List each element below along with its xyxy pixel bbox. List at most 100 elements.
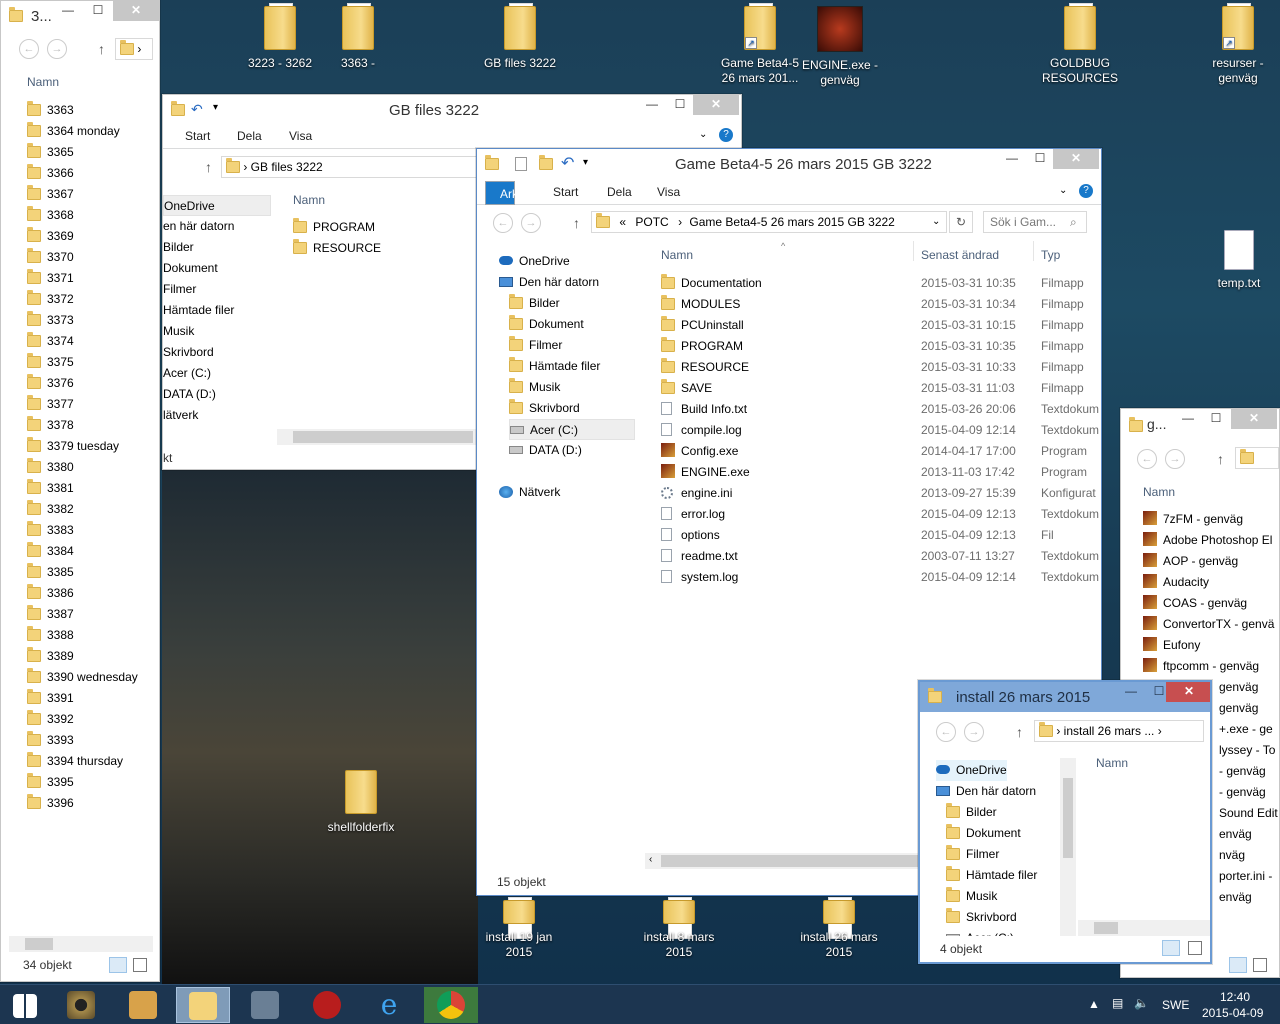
list-item[interactable]: genväg: [1219, 677, 1258, 698]
nav-item[interactable]: Filmer: [163, 279, 271, 300]
nav-item[interactable]: Skrivbord: [509, 398, 580, 419]
title-bar[interactable]: 3... — ☐ ✕: [1, 1, 159, 31]
table-row[interactable]: compile.log 2015-04-09 12:14 Textdokum: [661, 420, 1101, 441]
tab-view[interactable]: Visa: [289, 129, 312, 143]
desktop-folder-icon[interactable]: GOLDBUG RESOURCES: [1036, 3, 1124, 86]
up-button[interactable]: ↑: [1217, 451, 1224, 467]
taskbar-app-speaker[interactable]: [54, 987, 108, 1023]
nav-item[interactable]: Acer (C:): [946, 928, 1014, 936]
list-item[interactable]: 3394 thursday: [27, 751, 123, 772]
list-item[interactable]: 3373: [27, 310, 74, 331]
nav-item[interactable]: Den här datorn: [936, 781, 1036, 802]
up-button[interactable]: ↑: [98, 41, 105, 57]
table-row[interactable]: ENGINE.exe 2013-11-03 17:42 Program: [661, 462, 1101, 483]
column-divider[interactable]: [1033, 241, 1034, 261]
desktop-folder-icon[interactable]: install 26 mars 2015: [796, 897, 882, 960]
horizontal-scrollbar[interactable]: [1078, 920, 1210, 936]
list-item[interactable]: Audacity: [1143, 572, 1209, 593]
table-row[interactable]: options 2015-04-09 12:13 Fil: [661, 525, 1101, 546]
list-item[interactable]: 3375: [27, 352, 74, 373]
up-button[interactable]: ↑: [205, 159, 212, 175]
quick-access-dropdown-icon[interactable]: ▾: [583, 157, 588, 168]
list-item[interactable]: - genväg: [1219, 761, 1266, 782]
table-row[interactable]: RESOURCE 2015-03-31 10:33 Filmapp: [661, 357, 1101, 378]
back-button[interactable]: ←: [1137, 449, 1157, 469]
nav-item[interactable]: Dokument: [509, 314, 584, 335]
back-button[interactable]: ←: [936, 722, 956, 742]
taskbar-app-doc[interactable]: [238, 987, 292, 1023]
desktop-folder-icon[interactable]: GB files 3222: [478, 3, 562, 71]
desktop-shortcut-icon[interactable]: ↗ Game Beta4-5 26 mars 201...: [716, 3, 804, 86]
large-icons-view-icon[interactable]: [133, 958, 147, 972]
table-row[interactable]: PCUninstall 2015-03-31 10:15 Filmapp: [661, 315, 1101, 336]
details-view-icon[interactable]: [1162, 940, 1180, 956]
nav-item[interactable]: Filmer: [509, 335, 562, 356]
large-icons-view-icon[interactable]: [1253, 958, 1267, 972]
undo-icon[interactable]: ↶: [191, 101, 203, 118]
list-item[interactable]: Eufony: [1143, 635, 1200, 656]
list-item[interactable]: 3379 tuesday: [27, 436, 119, 457]
table-row[interactable]: Documentation 2015-03-31 10:35 Filmapp: [661, 273, 1101, 294]
close-button[interactable]: ✕: [113, 1, 159, 21]
nav-item[interactable]: Hämtade filer: [509, 356, 600, 377]
nav-item[interactable]: Skrivbord: [163, 342, 271, 363]
close-button[interactable]: ✕: [1053, 149, 1099, 169]
list-item[interactable]: 3372: [27, 289, 74, 310]
list-item[interactable]: ConvertorTX - genvä: [1143, 614, 1274, 635]
forward-button[interactable]: →: [521, 213, 541, 233]
clock-time[interactable]: 12:40: [1220, 990, 1250, 1004]
chevron-down-icon[interactable]: ⌄: [1059, 185, 1067, 196]
nav-item[interactable]: Hämtade filer: [163, 300, 271, 321]
table-row[interactable]: SAVE 2015-03-31 11:03 Filmapp: [661, 378, 1101, 399]
list-item[interactable]: 3368: [27, 205, 74, 226]
back-button[interactable]: ←: [493, 213, 513, 233]
desktop-folder-icon[interactable]: 3223 - 3262: [240, 3, 320, 71]
minimize-button[interactable]: —: [997, 149, 1027, 169]
list-item[interactable]: 3369: [27, 226, 74, 247]
column-header-name[interactable]: Namn: [1096, 756, 1128, 770]
nav-item[interactable]: Bilder: [163, 237, 271, 258]
desktop-file-icon[interactable]: temp.txt: [1206, 230, 1272, 291]
desktop-folder-icon[interactable]: install 8 mars 2015: [636, 897, 722, 960]
help-icon[interactable]: ?: [1079, 184, 1093, 198]
address-overflow[interactable]: «: [619, 215, 626, 229]
list-item[interactable]: genväg: [1219, 698, 1258, 719]
table-row[interactable]: engine.ini 2013-09-27 15:39 Konfigurat: [661, 483, 1101, 504]
table-row[interactable]: MODULES 2015-03-31 10:34 Filmapp: [661, 294, 1101, 315]
list-item[interactable]: enväg: [1219, 824, 1252, 845]
search-input[interactable]: Sök i Gam... ⌕: [983, 211, 1087, 233]
details-view-icon[interactable]: [1229, 957, 1247, 973]
desktop-folder-icon[interactable]: shellfolderfix: [316, 767, 406, 835]
close-button[interactable]: ✕: [693, 95, 739, 115]
maximize-button[interactable]: ☐: [83, 1, 113, 21]
nav-item[interactable]: Dokument: [946, 823, 1021, 844]
horizontal-scrollbar[interactable]: [277, 429, 477, 445]
start-button[interactable]: [0, 987, 50, 1023]
list-item[interactable]: RESOURCE: [293, 238, 381, 259]
nav-item[interactable]: Acer (C:): [163, 363, 271, 384]
forward-button[interactable]: →: [47, 39, 67, 59]
large-icons-view-icon[interactable]: [1188, 941, 1202, 955]
list-item[interactable]: 3392: [27, 709, 74, 730]
list-item[interactable]: 3388: [27, 625, 74, 646]
maximize-button[interactable]: ☐: [665, 95, 695, 115]
clock-date[interactable]: 2015-04-09: [1202, 1006, 1263, 1020]
minimize-button[interactable]: —: [1173, 409, 1203, 429]
desktop-shortcut-icon[interactable]: ↗ resurser - genväg: [1200, 3, 1276, 86]
list-item[interactable]: 3390 wednesday: [27, 667, 138, 688]
list-item[interactable]: Adobe Photoshop El: [1143, 530, 1272, 551]
list-item[interactable]: 3378: [27, 415, 74, 436]
list-item[interactable]: 3386: [27, 583, 74, 604]
list-item[interactable]: 3367: [27, 184, 74, 205]
list-item[interactable]: 3371: [27, 268, 74, 289]
nav-item[interactable]: OneDrive: [163, 195, 271, 216]
table-row[interactable]: PROGRAM 2015-03-31 10:35 Filmapp: [661, 336, 1101, 357]
column-header-type[interactable]: Typ: [1041, 248, 1060, 262]
desktop-folder-icon[interactable]: 3363 -: [318, 3, 398, 71]
address-bar[interactable]: ›: [115, 38, 153, 60]
table-row[interactable]: system.log 2015-04-09 12:14 Textdokum: [661, 567, 1101, 588]
list-item[interactable]: COAS - genväg: [1143, 593, 1247, 614]
list-item[interactable]: Sound Edit: [1219, 803, 1278, 824]
list-item[interactable]: ftpcomm - genväg: [1143, 656, 1259, 677]
tab-share[interactable]: Dela: [237, 129, 262, 143]
